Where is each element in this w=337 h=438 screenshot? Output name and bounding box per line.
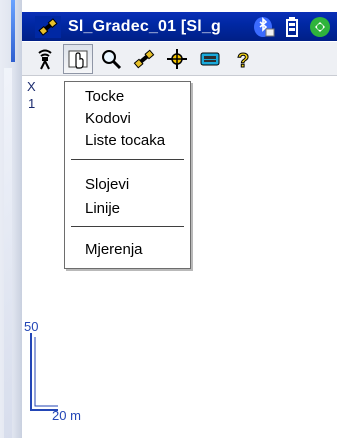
pointer-hand-icon[interactable]	[63, 43, 93, 74]
bluetooth-icon[interactable]	[253, 16, 275, 38]
toolbar: ?	[22, 42, 337, 76]
satellite-icon[interactable]	[129, 44, 159, 74]
menu-item-liste-tocaka[interactable]: Liste tocaka	[85, 131, 165, 151]
scale-vertical-label: 50	[24, 319, 39, 334]
survey-pole-icon[interactable]	[30, 44, 60, 74]
menu-item-slojevi[interactable]: Slojevi	[85, 175, 129, 195]
menu-item-tocke[interactable]: Tocke	[85, 87, 124, 107]
keyboard-icon[interactable]	[195, 44, 225, 74]
dropdown-menu: Tocke Kodovi Liste tocaka Slojevi Linije…	[64, 81, 191, 269]
gps-status-icon[interactable]	[309, 16, 331, 38]
window-title: Sl_Gradec_01 [Sl_g	[68, 17, 222, 35]
status-icons	[253, 15, 331, 38]
menu-separator	[71, 159, 184, 160]
menu-item-mjerenja[interactable]: Mjerenja	[85, 240, 143, 260]
app-satellite-icon[interactable]	[34, 15, 62, 38]
battery-icon[interactable]	[281, 16, 303, 38]
menu-item-linije[interactable]: Linije	[85, 199, 120, 219]
left-edge-panel	[4, 68, 12, 438]
left-edge-accent	[11, 0, 15, 62]
menu-separator	[71, 226, 184, 227]
scale-horizontal-label: 20 m	[52, 408, 81, 423]
axis-x-label: X	[27, 79, 36, 94]
left-edge-strip	[0, 0, 22, 438]
title-bar: Sl_Gradec_01 [Sl_g	[22, 12, 337, 41]
crosshair-icon[interactable]	[162, 44, 192, 74]
axis-1-label: 1	[28, 96, 36, 111]
help-icon[interactable]: ?	[228, 44, 258, 74]
menu-item-kodovi[interactable]: Kodovi	[85, 109, 131, 129]
zoom-magnifier-icon[interactable]	[96, 44, 126, 74]
svg-text:?: ?	[237, 50, 249, 71]
